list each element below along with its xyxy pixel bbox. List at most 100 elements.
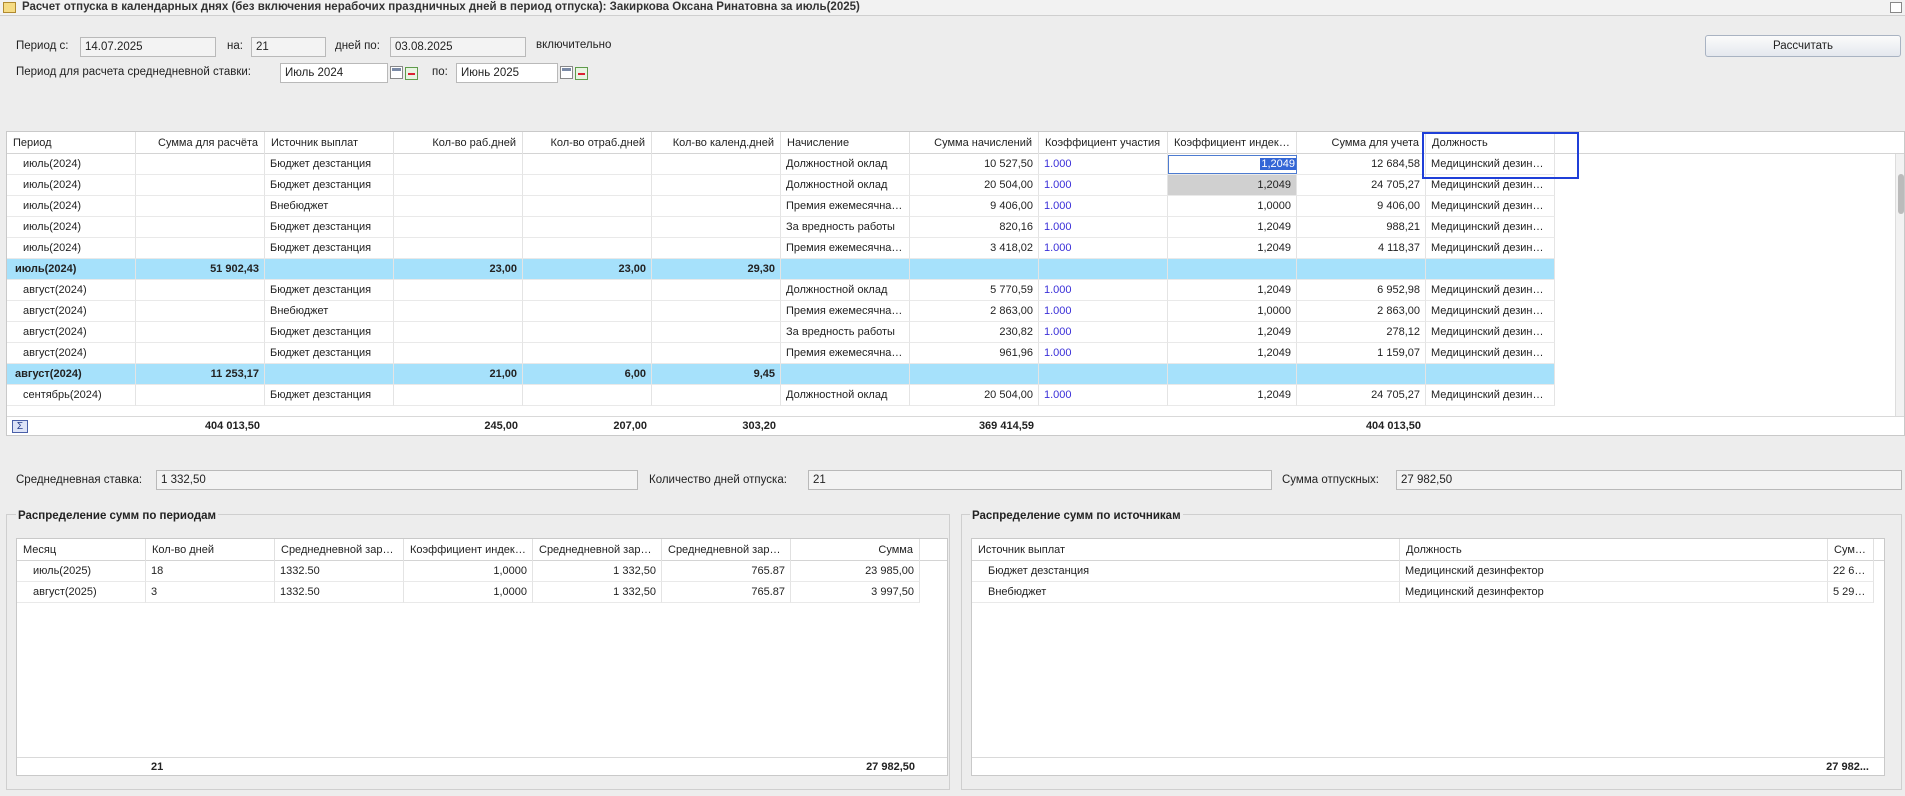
cell-position[interactable]: Медицинский дезинфектор (1426, 196, 1555, 217)
cell-avg3[interactable]: 765.87 (662, 561, 791, 582)
table-row[interactable]: август(2024) Бюджет дезстанция Должностной… (7, 280, 1895, 301)
cell-position[interactable] (1426, 364, 1555, 385)
cell-position[interactable]: Медицинский дезинфектор (1426, 238, 1555, 259)
restore-window-icon[interactable] (1890, 2, 1902, 13)
avg-rate-field[interactable]: 1 332,50 (156, 470, 638, 490)
cell-part-coef[interactable]: 1.000 (1039, 322, 1168, 343)
column-header[interactable]: Сумма (1828, 539, 1874, 561)
column-header[interactable]: Коэффициент индексации (1168, 132, 1297, 154)
cell-worked-days[interactable]: 23,00 (523, 259, 652, 280)
cell-sum[interactable]: 5 298,70 (1828, 582, 1874, 603)
cell-avg1[interactable]: 1332.50 (275, 582, 404, 603)
cell-source[interactable]: Внебюджет (265, 196, 394, 217)
cell-sum[interactable]: 22 683,80 (1828, 561, 1874, 582)
cell-part-coef[interactable]: 1.000 (1039, 217, 1168, 238)
cell-cal-days[interactable] (652, 217, 781, 238)
table-row[interactable]: июль(2024) Бюджет дезстанция Должностной о… (7, 154, 1895, 175)
table-row[interactable]: июль(2024) Внебюджет Премия ежемесячная (с… (7, 196, 1895, 217)
cell-index-coef[interactable]: 1,0000 (1168, 196, 1297, 217)
cell-sum-calc[interactable] (136, 343, 265, 364)
cell-worked-days[interactable] (523, 280, 652, 301)
accruals-scrollbar[interactable] (1895, 154, 1904, 416)
cell-index-coef[interactable]: 1,2049 (1168, 238, 1297, 259)
column-header[interactable]: Начисление (781, 132, 910, 154)
cell-part-coef[interactable]: 1.000 (1039, 238, 1168, 259)
cell-days[interactable]: 18 (146, 561, 275, 582)
cell-position[interactable]: Медицинский дезинфектор (1426, 280, 1555, 301)
cell-period[interactable]: июль(2024) (7, 175, 136, 196)
cell-avg2[interactable]: 1 332,50 (533, 582, 662, 603)
cell-index-coef[interactable]: 1,2049 (1168, 322, 1297, 343)
cell-part-coef[interactable]: 1.000 (1039, 196, 1168, 217)
calendar-icon[interactable] (390, 66, 403, 79)
calendar-icon[interactable] (560, 66, 573, 79)
column-header[interactable]: Коэффициент участия (1039, 132, 1168, 154)
cell-part-coef[interactable]: 1.000 (1039, 301, 1168, 322)
cell-work-days[interactable] (394, 301, 523, 322)
column-header[interactable]: Источник выплат (972, 539, 1400, 561)
cell-sum-calc[interactable] (136, 238, 265, 259)
cell-source[interactable]: Бюджет дезстанция (265, 322, 394, 343)
cell-position[interactable]: Медицинский дезинфектор (1426, 301, 1555, 322)
cell-accrual[interactable] (781, 364, 910, 385)
scrollbar-thumb[interactable] (1898, 174, 1904, 214)
cell-accrual[interactable]: Премия ежемесячная (сумма) (781, 301, 910, 322)
clear-icon[interactable] (575, 67, 588, 80)
cell-work-days[interactable] (394, 154, 523, 175)
cell-work-days[interactable] (394, 322, 523, 343)
cell-source[interactable]: Бюджет дезстанция (265, 217, 394, 238)
cell-sum[interactable]: 23 985,00 (791, 561, 920, 582)
cell-position[interactable]: Медицинский дезинфектор (1400, 561, 1828, 582)
table-row[interactable]: июль(2024) Бюджет дезстанция Премия ежемес… (7, 238, 1895, 259)
cell-accrual[interactable]: Премия ежемесячная (от оклада) (781, 343, 910, 364)
cell-index-coef[interactable]: 1,2049 (1168, 280, 1297, 301)
cell-work-days[interactable]: 21,00 (394, 364, 523, 385)
cell-part-coef[interactable]: 1.000 (1039, 280, 1168, 301)
cell-index-coef[interactable]: 1,2049 (1168, 175, 1297, 196)
cell-work-days[interactable] (394, 196, 523, 217)
period-to-field[interactable]: 03.08.2025 (390, 37, 526, 57)
cell-account-sum[interactable]: 9 406,00 (1297, 196, 1426, 217)
cell-period[interactable]: август(2024) (7, 343, 136, 364)
cell-sum-calc[interactable] (136, 175, 265, 196)
table-row[interactable]: август(2024) Бюджет дезстанция Премия ежем… (7, 343, 1895, 364)
cell-period[interactable]: июль(2024) (7, 259, 136, 280)
cell-cal-days[interactable] (652, 385, 781, 406)
cell-avg3[interactable]: 765.87 (662, 582, 791, 603)
days-field[interactable]: 21 (251, 37, 326, 57)
cell-accrual-sum[interactable]: 10 527,50 (910, 154, 1039, 175)
cell-source[interactable]: Бюджет дезстанция (265, 280, 394, 301)
cell-source[interactable]: Бюджет дезстанция (972, 561, 1400, 582)
cell-part-coef[interactable] (1039, 364, 1168, 385)
cell-sum-calc[interactable]: 11 253,17 (136, 364, 265, 385)
group-total-row[interactable]: август(2024) 11 253,17 21,00 6,00 9,45 (7, 364, 1895, 385)
column-header[interactable]: Месяц (17, 539, 146, 561)
cell-position[interactable]: Медицинский дезинфектор (1426, 322, 1555, 343)
cell-accrual[interactable] (781, 259, 910, 280)
cell-accrual-sum[interactable]: 9 406,00 (910, 196, 1039, 217)
cell-sum-calc[interactable]: 51 902,43 (136, 259, 265, 280)
cell-accrual-sum[interactable]: 820,16 (910, 217, 1039, 238)
cell-accrual-sum[interactable]: 961,96 (910, 343, 1039, 364)
calculate-button[interactable]: Рассчитать (1705, 35, 1901, 57)
cell-sum-calc[interactable] (136, 196, 265, 217)
cell-part-coef[interactable]: 1.000 (1039, 175, 1168, 196)
column-header[interactable]: Среднедневной заработок (275, 539, 404, 561)
cell-position[interactable]: Медицинский дезинфектор (1426, 175, 1555, 196)
cell-sum-calc[interactable] (136, 385, 265, 406)
cell-sum-calc[interactable] (136, 217, 265, 238)
cell-accrual-sum[interactable] (910, 259, 1039, 280)
cell-worked-days[interactable] (523, 301, 652, 322)
cell-accrual[interactable]: За вредность работы (781, 217, 910, 238)
cell-account-sum[interactable]: 1 159,07 (1297, 343, 1426, 364)
cell-accrual[interactable]: За вредность работы (781, 322, 910, 343)
avg-from-field[interactable]: Июль 2024 (280, 63, 388, 83)
cell-source[interactable] (265, 259, 394, 280)
vacation-sum-field[interactable]: 27 982,50 (1396, 470, 1902, 490)
cell-sum-calc[interactable] (136, 280, 265, 301)
column-header[interactable]: Среднедневной заработок (533, 539, 662, 561)
cell-index-coef[interactable]: 1,0000 (1168, 301, 1297, 322)
cell-accrual[interactable]: Премия ежемесячная (сумма) (781, 196, 910, 217)
cell-worked-days[interactable] (523, 238, 652, 259)
cell-work-days[interactable] (394, 175, 523, 196)
